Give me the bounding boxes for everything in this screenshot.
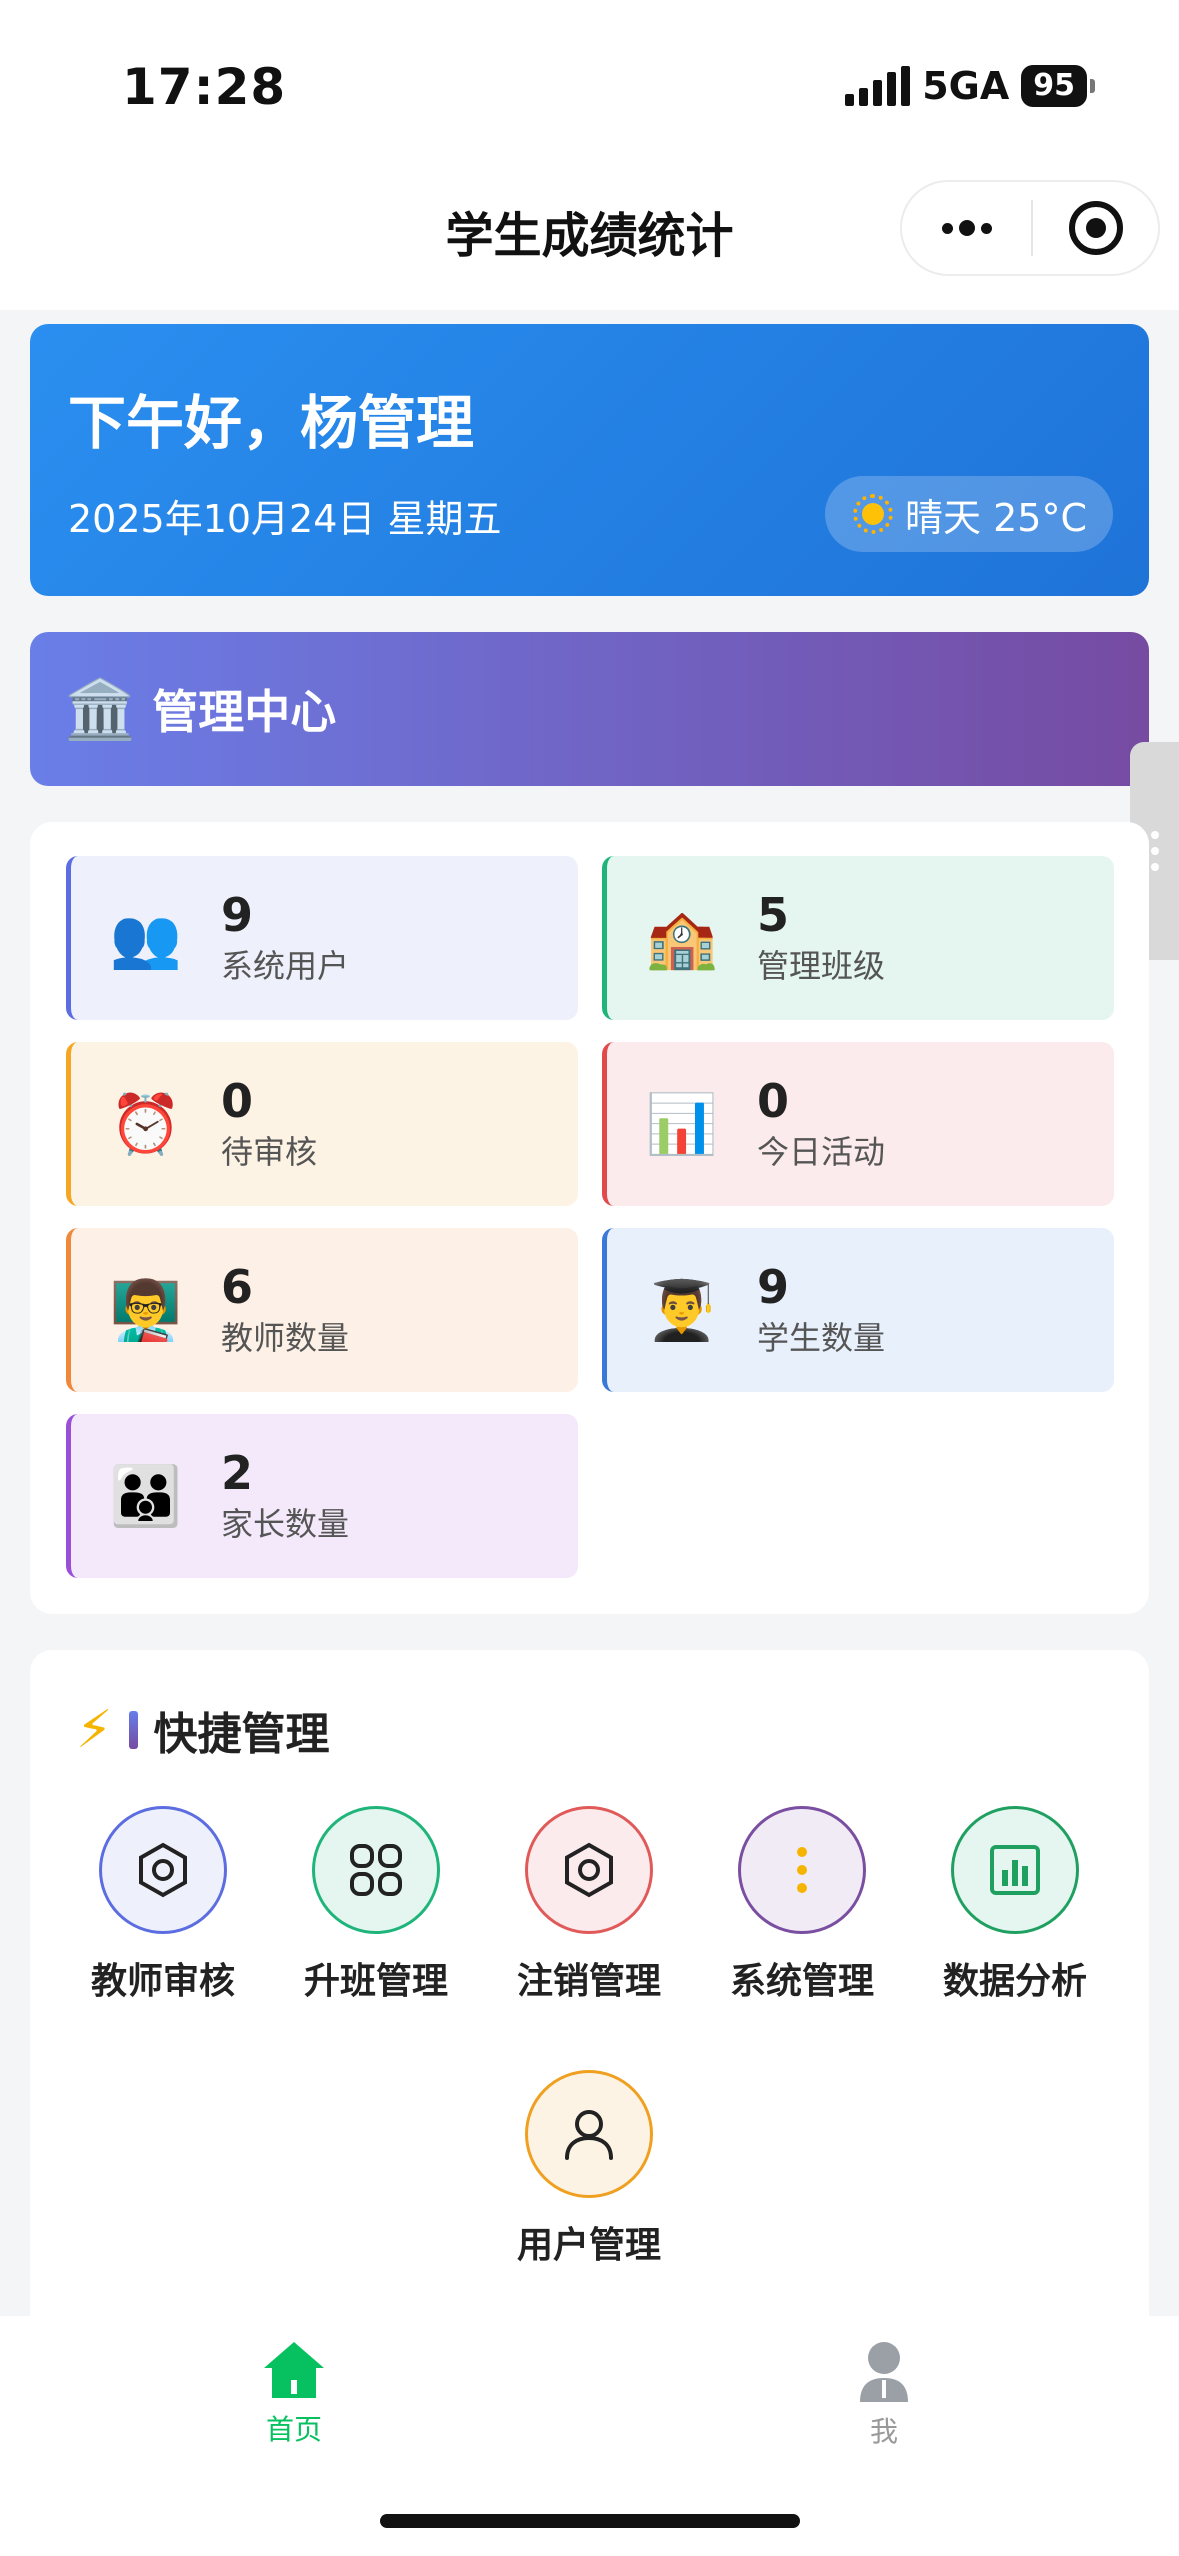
building-icon: 🏛️ <box>64 675 137 743</box>
stat-value: 5 <box>757 888 790 942</box>
battery-level: 95 <box>1021 65 1087 107</box>
profile-icon <box>860 2342 908 2402</box>
network-type: 5GA <box>922 64 1010 108</box>
tab-home[interactable]: 首页 <box>194 2340 394 2448</box>
hexagon-settings-icon <box>99 1806 227 1934</box>
quick-item-label: 系统管理 <box>729 1961 874 2002</box>
stats-panel: 👥 9 系统用户 🏫 5 管理班级 ⏰ 0 待审核 📊 0 今日活动 👨‍🏫 6 教师数量… <box>30 822 1149 1614</box>
stat-label: 管理班级 <box>757 947 886 985</box>
stat-card-parents[interactable]: 👪 2 家长数量 <box>66 1414 578 1578</box>
stat-label: 家长数量 <box>221 1505 350 1543</box>
grid-apps-icon <box>312 1806 440 1934</box>
status-time: 17:28 <box>122 58 287 116</box>
quick-item-label: 用户管理 <box>516 2225 661 2266</box>
stat-card-students[interactable]: 👨‍🎓 9 学生数量 <box>602 1228 1114 1392</box>
greeting-date: 2025年10月24日 星期五 <box>68 497 502 541</box>
users-icon: 👥 <box>109 904 183 972</box>
bar-chart-icon: 📊 <box>645 1090 719 1158</box>
stat-value: 0 <box>221 1074 254 1128</box>
greeting-card: 下午好，杨管理 2025年10月24日 星期五 晴天 25°C <box>30 324 1149 596</box>
stat-value: 0 <box>757 1074 790 1128</box>
stat-label: 学生数量 <box>757 1319 886 1357</box>
mini-program-capsule <box>900 180 1160 276</box>
school-icon: 🏫 <box>645 904 719 972</box>
hexagon-settings-icon <box>525 1806 653 1934</box>
admin-center-title: 管理中心 <box>152 685 337 739</box>
quick-data-analysis-button[interactable]: 数据分析 <box>915 1806 1115 2004</box>
family-icon: 👪 <box>109 1462 183 1530</box>
quick-item-label: 注销管理 <box>516 1961 661 2002</box>
quick-teacher-review-button[interactable]: 教师审核 <box>63 1806 263 2004</box>
teacher-icon: 👨‍🏫 <box>109 1276 183 1344</box>
home-indicator <box>380 2514 800 2528</box>
lightning-icon: ⚡ <box>76 1700 113 1760</box>
chart-box-icon <box>951 1806 1079 1934</box>
quick-management-title: 快捷管理 <box>153 1709 330 1760</box>
stat-label: 待审核 <box>221 1133 318 1171</box>
sun-icon <box>853 494 894 534</box>
quick-item-label: 教师审核 <box>90 1961 235 2002</box>
vertical-dots-icon <box>738 1806 866 1934</box>
quick-promotion-button[interactable]: 升班管理 <box>276 1806 476 2004</box>
close-target-icon[interactable] <box>1033 182 1158 274</box>
battery-icon: 95 <box>1021 65 1095 107</box>
stat-card-classes[interactable]: 🏫 5 管理班级 <box>602 856 1114 1020</box>
status-bar: 17:28 5GA 95 <box>0 0 1179 150</box>
weather-badge: 晴天 25°C <box>825 476 1113 552</box>
stat-card-teachers[interactable]: 👨‍🏫 6 教师数量 <box>66 1228 578 1392</box>
stat-label: 教师数量 <box>221 1319 350 1357</box>
signal-icon <box>845 66 911 106</box>
quick-user-management-button[interactable]: 用户管理 <box>489 2070 689 2268</box>
tab-me[interactable]: 我 <box>784 2340 984 2450</box>
stat-card-today-activity[interactable]: 📊 0 今日活动 <box>602 1042 1114 1206</box>
greeting-title: 下午好，杨管理 <box>68 389 475 457</box>
stat-card-pending-review[interactable]: ⏰ 0 待审核 <box>66 1042 578 1206</box>
stat-value: 9 <box>757 1260 790 1314</box>
alarm-clock-icon: ⏰ <box>109 1090 183 1158</box>
tab-label: 首页 <box>265 2413 322 2446</box>
weather-text: 晴天 25°C <box>905 495 1087 540</box>
stat-card-system-users[interactable]: 👥 9 系统用户 <box>66 856 578 1020</box>
home-icon <box>264 2342 324 2398</box>
stat-value: 9 <box>221 888 254 942</box>
quick-item-label: 数据分析 <box>942 1961 1087 2002</box>
stat-value: 2 <box>221 1446 254 1500</box>
user-icon <box>525 2070 653 2198</box>
nav-bar: 学生成绩统计 <box>0 150 1179 310</box>
admin-center-banner: 🏛️ 管理中心 <box>30 632 1149 786</box>
quick-management-panel: ⚡ 快捷管理 教师审核 升班管理 注销管理 系统管理 数据分析 用户管理 <box>30 1650 1149 2410</box>
stat-label: 系统用户 <box>221 947 350 985</box>
quick-item-label: 升班管理 <box>303 1961 448 2002</box>
status-indicators: 5GA 95 <box>845 64 1095 108</box>
student-icon: 👨‍🎓 <box>645 1276 719 1344</box>
stat-value: 6 <box>221 1260 254 1314</box>
quick-deregistration-button[interactable]: 注销管理 <box>489 1806 689 2004</box>
quick-system-management-button[interactable]: 系统管理 <box>702 1806 902 2004</box>
tab-label: 我 <box>869 2415 898 2448</box>
quick-management-header: ⚡ 快捷管理 <box>76 1698 330 1762</box>
more-icon[interactable] <box>902 182 1031 274</box>
stat-label: 今日活动 <box>757 1133 886 1171</box>
